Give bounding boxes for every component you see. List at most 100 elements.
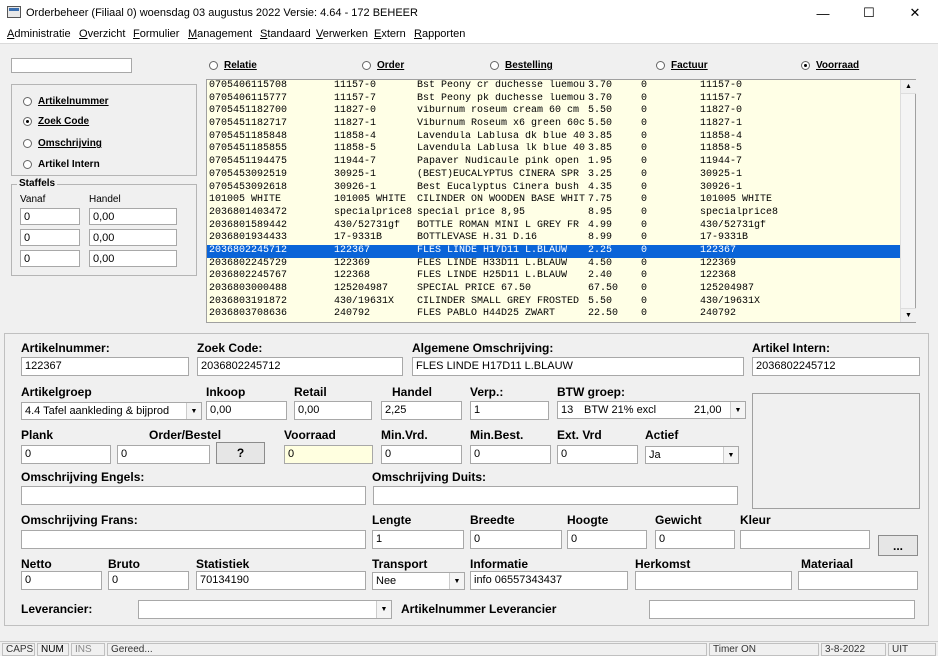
list-row[interactable]: 0705451194475 11944-7 Papaver Nudicaule pi…	[207, 156, 915, 169]
minvrd-field[interactable]: 0	[381, 445, 462, 464]
kleur-field[interactable]	[740, 530, 870, 549]
herkomst-field[interactable]	[635, 571, 792, 590]
artnr-leverancier-field[interactable]	[649, 600, 915, 619]
scroll-up-icon[interactable]: ▲	[901, 80, 916, 94]
list-cell-prijs: 1.95	[588, 156, 613, 168]
menu-extern[interactable]: Extern	[374, 28, 406, 40]
staffel-vanaf-1[interactable]: 0	[20, 208, 80, 225]
menu-formulier[interactable]: Formulier	[133, 28, 179, 40]
duits-field[interactable]	[373, 486, 738, 505]
mode-voorraad[interactable]: Voorraad	[801, 60, 859, 71]
artikel-intern-field[interactable]: 2036802245712	[752, 357, 920, 376]
list-cell-omschrijving: Viburnum Roseum x6 green 60c	[417, 118, 586, 130]
lengte-field[interactable]: 1	[372, 530, 464, 549]
herkomst-label: Herkomst	[635, 557, 691, 571]
list-row[interactable]: 2036803191872 430/19631X CILINDER SMALL GR…	[207, 296, 915, 309]
search-input[interactable]	[11, 58, 132, 73]
list-row[interactable]: 2036803000488 125204987 SPECIAL PRICE 67.5…	[207, 283, 915, 296]
artikelnummer-field[interactable]: 122367	[21, 357, 189, 376]
inkoop-label: Inkoop	[206, 385, 246, 399]
list-scrollbar[interactable]: ▲ ▼	[900, 80, 916, 322]
orderbestel-field[interactable]: 0	[117, 445, 210, 464]
materiaal-field[interactable]	[798, 571, 918, 590]
article-list[interactable]: 0705406115708 11157-0 Bst Peony cr duchess…	[206, 79, 916, 323]
list-row[interactable]: 0705453092618 30926-1 Best Eucalyptus Cine…	[207, 182, 915, 195]
staffel-vanaf-3[interactable]: 0	[20, 250, 80, 267]
list-row[interactable]: 0705406115708 11157-0 Bst Peony cr duchess…	[207, 80, 915, 93]
list-row[interactable]: 2036802245712 122367 FLES LINDE H17D11 L.B…	[207, 244, 915, 258]
list-row[interactable]: 2036801589442 430/52731gf BOTTLE ROMAN MIN…	[207, 220, 915, 233]
informatie-field[interactable]: info 06557343437	[470, 571, 628, 590]
artikelnummer-label: Artikelnummer:	[21, 341, 110, 355]
list-row[interactable]: 0705453092519 30925-1 (BEST)EUCALYPTUS CIN…	[207, 169, 915, 182]
frans-field[interactable]	[21, 530, 366, 549]
netto-field[interactable]: 0	[21, 571, 102, 590]
staffel-handel-2[interactable]: 0,00	[89, 229, 177, 246]
voorraad-field[interactable]: 0	[284, 445, 373, 464]
list-row[interactable]: 0705451185855 11858-5 Lavendula Lablusa lk…	[207, 143, 915, 156]
search-by-artikel-intern[interactable]: Artikel Intern	[23, 159, 100, 170]
list-row[interactable]: 101005 WHITE 101005 WHITE CILINDER ON WOOD…	[207, 194, 915, 207]
list-row[interactable]: 2036802245729 122369 FLES LINDE H33D11 L.B…	[207, 258, 915, 271]
list-row[interactable]: 0705451185848 11858-4 Lavendula Lablusa dk…	[207, 131, 915, 144]
omschrijving-field[interactable]: FLES LINDE H17D11 L.BLAUW	[412, 357, 744, 376]
menu-management[interactable]: Management	[188, 28, 252, 40]
retail-field[interactable]: 0,00	[294, 401, 372, 420]
minbest-field[interactable]: 0	[470, 445, 551, 464]
search-by-omschrijving[interactable]: Omschrijving	[23, 138, 102, 149]
handel-field[interactable]: 2,25	[381, 401, 462, 420]
bruto-field[interactable]: 0	[108, 571, 189, 590]
frans-label: Omschrijving Frans:	[21, 513, 138, 527]
hoogte-field[interactable]: 0	[567, 530, 647, 549]
gewicht-field[interactable]: 0	[655, 530, 735, 549]
leverancier-select[interactable]: ▼	[138, 600, 392, 619]
maximize-button[interactable]: ☐	[846, 0, 892, 26]
staffel-handel-1[interactable]: 0,00	[89, 208, 177, 225]
staffel-vanaf-2[interactable]: 0	[20, 229, 80, 246]
list-row[interactable]: 2036801934433 17-9331B BOTTLEVASE H.31 D.1…	[207, 232, 915, 245]
menu-rapporten[interactable]: Rapporten	[414, 28, 465, 40]
list-cell-barcode: 0705406115777	[209, 92, 288, 104]
search-by-zoekcode[interactable]: Zoek Code	[23, 116, 89, 127]
list-row[interactable]: 2036801403472 specialprice8 special price …	[207, 207, 915, 220]
scroll-down-icon[interactable]: ▼	[901, 308, 916, 322]
search-by-artikelnummer[interactable]: Artikelnummer	[23, 96, 109, 107]
list-cell-intern: 430/19631X	[700, 295, 761, 307]
menu-verwerken[interactable]: Verwerken	[316, 28, 368, 40]
statistiek-field[interactable]: 70134190	[196, 571, 366, 590]
minimize-button[interactable]: —	[800, 0, 846, 26]
breedte-field[interactable]: 0	[470, 530, 562, 549]
list-cell-prijs: 5.50	[588, 105, 613, 117]
engels-field[interactable]	[21, 486, 366, 505]
mode-order[interactable]: Order	[362, 60, 404, 71]
actief-select[interactable]: Ja ▼	[645, 446, 739, 464]
mode-bestelling[interactable]: Bestelling	[490, 60, 553, 71]
btw-select[interactable]: 13 BTW 21% excl 21,00 ▼	[557, 401, 746, 419]
list-cell-omschrijving: Papaver Nudicaule pink open	[417, 156, 580, 168]
menu-administratie[interactable]: Administratie	[7, 28, 71, 40]
menu-standaard[interactable]: Standaard	[260, 28, 311, 40]
list-cell-barcode: 2036801403472	[209, 206, 288, 218]
mode-relatie[interactable]: Relatie	[209, 60, 257, 71]
kleur-picker-button[interactable]: ...	[878, 535, 918, 556]
extvrd-field[interactable]: 0	[557, 445, 638, 464]
list-cell-omschrijving: Bst Peony pk duchesse luemou	[417, 92, 586, 104]
inkoop-field[interactable]: 0,00	[206, 401, 287, 420]
artikelgroep-select[interactable]: 4.4 Tafel aankleding & bijprod ▼	[21, 402, 202, 420]
lookup-button[interactable]: ?	[216, 442, 265, 464]
list-row[interactable]: 0705451182700 11827-0 viburnum roseum crea…	[207, 105, 915, 118]
plank-field[interactable]: 0	[21, 445, 111, 464]
transport-select[interactable]: Nee ▼	[372, 572, 465, 590]
staffel-handel-3[interactable]: 0,00	[89, 250, 177, 267]
orderbestel-label: Order/Bestel	[149, 428, 222, 442]
mode-factuur[interactable]: Factuur	[656, 60, 708, 71]
verp-field[interactable]: 1	[470, 401, 549, 420]
zoekcode-field[interactable]: 2036802245712	[197, 357, 403, 376]
list-row[interactable]: 2036803708636 240792 FLES PABLO H44D25 ZWA…	[207, 308, 915, 321]
list-row[interactable]: 2036802245767 122368 FLES LINDE H25D11 L.B…	[207, 270, 915, 283]
list-row[interactable]: 0705406115777 11157-7 Bst Peony pk duchess…	[207, 93, 915, 106]
close-button[interactable]: ✕	[892, 0, 938, 26]
status-ins: INS	[71, 643, 105, 656]
list-row[interactable]: 0705451182717 11827-1 Viburnum Roseum x6 g…	[207, 118, 915, 131]
menu-overzicht[interactable]: Overzicht	[79, 28, 125, 40]
